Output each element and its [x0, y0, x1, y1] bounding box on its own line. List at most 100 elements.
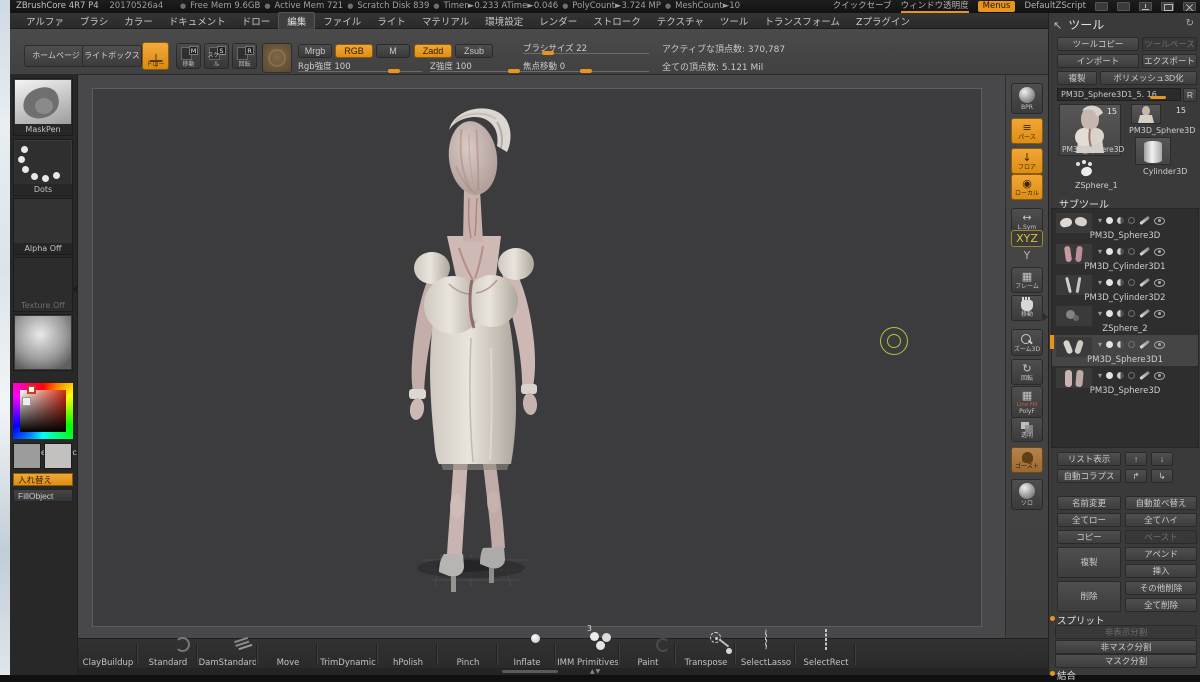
split-masked-button[interactable]: マスク分割 [1055, 654, 1197, 668]
tray-item-transpose[interactable]: Transpose [676, 639, 736, 669]
draw-mode-button[interactable]: ドロー [142, 42, 169, 70]
tool-name-slider[interactable]: PM3D_Sphere3D1_5. 16 [1057, 88, 1181, 101]
tray-collapse-arrow-left[interactable] [72, 285, 77, 293]
menu-マテリアル[interactable]: マテリアル [414, 13, 477, 29]
edit-pen-icon[interactable] [1139, 216, 1149, 225]
auto-sort-button[interactable]: 自動並べ替え [1125, 496, 1197, 510]
menu-ドロー[interactable]: ドロー [234, 13, 279, 29]
list-view-button[interactable]: リスト表示 [1057, 452, 1121, 466]
tray-item-hpolish[interactable]: hPolish [378, 639, 438, 669]
edit-pen-icon[interactable] [1139, 278, 1149, 287]
polypaint-off-icon[interactable] [1128, 248, 1135, 255]
document-canvas[interactable] [92, 88, 982, 627]
visibility-eye-icon[interactable] [1154, 341, 1165, 349]
menu-ブラシ[interactable]: ブラシ [72, 13, 116, 29]
tool-palette-icon[interactable] [1095, 2, 1108, 11]
import-button[interactable]: インポート [1057, 54, 1139, 68]
polypaint-off-icon[interactable] [1128, 217, 1135, 224]
polypaint-on-icon[interactable] [1106, 248, 1113, 255]
polypaint-off-icon[interactable] [1128, 279, 1135, 286]
tool-thumb-zsphere[interactable] [1069, 159, 1105, 181]
export-button[interactable]: エクスポート [1142, 54, 1197, 68]
make-polymesh3d-button[interactable]: ポリメッシュ3D化 [1100, 71, 1197, 85]
menu-テクスチャ[interactable]: テクスチャ [649, 13, 712, 29]
tool-copy-button[interactable]: ツールコピー [1057, 37, 1139, 51]
current-brush-tile[interactable]: MaskPen [13, 78, 73, 136]
color-picker[interactable] [13, 383, 73, 439]
menu-ドキュメント[interactable]: ドキュメント [161, 13, 234, 29]
polypaint-on-icon[interactable] [1106, 279, 1113, 286]
current-material-tile[interactable] [13, 314, 73, 371]
split-unmasked-button[interactable]: 非マスク分割 [1055, 640, 1197, 654]
menu-トランスフォーム[interactable]: トランスフォーム [756, 13, 848, 29]
menu-環境設定[interactable]: 環境設定 [477, 13, 531, 29]
switch-color-button[interactable]: 入れ替え [13, 473, 73, 486]
tool-thumb-current[interactable]: 15 PM3D_Sphere3D [1059, 104, 1121, 156]
edit-pen-icon[interactable] [1139, 371, 1149, 380]
scale-mode-button[interactable]: S スケール [204, 43, 229, 69]
visibility-eye-icon[interactable] [1154, 217, 1165, 225]
window-opacity-slider[interactable]: ウィンドウ透明度 [901, 1, 969, 13]
polypaint-on-icon[interactable] [1106, 372, 1113, 379]
subtool-up-button[interactable]: ↑ [1125, 452, 1147, 466]
mrgb-button[interactable]: Mrgb [298, 44, 332, 58]
m-button[interactable]: M [376, 44, 410, 58]
tray-item-trimdynamic[interactable]: TrimDynamic [318, 639, 378, 669]
folder-caret-icon[interactable]: ▾ [1098, 371, 1102, 380]
right-shelf-local-pivot-button[interactable]: ◉ローカル [1011, 174, 1043, 200]
tray-item-move[interactable]: Move [258, 639, 318, 669]
visibility-eye-icon[interactable] [1154, 310, 1165, 318]
subtool-row[interactable]: ▾PM3D_Sphere3D [1052, 366, 1198, 397]
subtool-thumb-arm-pieces-icon[interactable] [1056, 337, 1092, 357]
zsub-button[interactable]: Zsub [455, 44, 493, 58]
subtool-thumb-legs-icon[interactable] [1056, 368, 1092, 388]
canvas-area[interactable] [78, 75, 1005, 638]
menu-ツール[interactable]: ツール [712, 13, 757, 29]
insert-button[interactable]: 挿入 [1125, 564, 1197, 578]
polypaint-off-icon[interactable] [1128, 341, 1135, 348]
polypaint-on-icon[interactable] [1106, 341, 1113, 348]
tool-paste-button[interactable]: ツールペースト [1142, 37, 1197, 51]
menu-編集[interactable]: 編集 [278, 12, 315, 30]
quicksave-button[interactable]: クイックセーブ [833, 0, 892, 13]
visibility-eye-icon[interactable] [1154, 279, 1165, 287]
right-shelf-pan-hand-button[interactable]: 移動 [1011, 295, 1043, 321]
subtool-row[interactable]: ▾PM3D_Sphere3D1 [1052, 335, 1198, 366]
nurse-model[interactable] [371, 98, 581, 608]
current-texture-tile[interactable]: Texture Off [13, 257, 73, 312]
right-shelf-transparent-button[interactable]: 透明 [1011, 417, 1043, 442]
subtool-row[interactable]: ▾PM3D_Cylinder3D1 [1052, 242, 1198, 273]
right-shelf-xyz-axis-button[interactable]: XYZ [1011, 230, 1043, 247]
palette-cycle-icon[interactable]: ↻ [1186, 18, 1194, 29]
polypaint-half-icon[interactable] [1117, 217, 1124, 224]
subtool-thumb-zsphere-icon[interactable] [1056, 306, 1092, 326]
tray-item-paint[interactable]: Paint [620, 639, 676, 669]
all-low-button[interactable]: 全てロー [1057, 513, 1121, 527]
right-shelf-bpr-sphere-button[interactable]: BPR [1011, 83, 1043, 114]
right-shelf-perspective-button[interactable]: ≡パース [1011, 118, 1043, 144]
merge-section-header[interactable]: 結合 [1057, 668, 1076, 682]
right-shelf-frame-button[interactable]: ▦フレーム [1011, 267, 1043, 293]
all-high-button[interactable]: 全てハイ [1125, 513, 1197, 527]
tray-item-standard[interactable]: Standard [138, 639, 198, 669]
folder-caret-icon[interactable]: ▾ [1098, 216, 1102, 225]
export-window-icon[interactable] [1139, 2, 1152, 11]
scrollbar-arrows-icon[interactable]: ▲▼ [590, 668, 601, 675]
polypaint-half-icon[interactable] [1117, 341, 1124, 348]
subtool-down-button[interactable]: ↓ [1151, 452, 1173, 466]
menu-アルファ[interactable]: アルファ [18, 13, 72, 29]
fill-object-button[interactable]: FillObject [13, 489, 73, 502]
brush-size-nub[interactable] [542, 51, 554, 55]
menu-Zプラグイン[interactable]: Zプラグイン [848, 13, 918, 29]
tray-item-pinch[interactable]: Pinch [438, 639, 498, 669]
edit-pen-icon[interactable] [1139, 247, 1149, 256]
visibility-eye-icon[interactable] [1154, 248, 1165, 256]
menu-カラー[interactable]: カラー [116, 13, 161, 29]
tool-thumb-cylinder3d[interactable] [1135, 137, 1171, 165]
rotate-mode-button[interactable]: R 回転 [232, 43, 257, 69]
polypaint-half-icon[interactable] [1117, 248, 1124, 255]
right-shelf-floor-button[interactable]: ↓フロア [1011, 148, 1043, 174]
auto-collapse-button[interactable]: 自動コラプス [1057, 469, 1121, 483]
split-hidden-button[interactable]: 非表示分割 [1055, 625, 1197, 639]
duplicate-subtool-button[interactable]: 複製 [1057, 547, 1121, 578]
